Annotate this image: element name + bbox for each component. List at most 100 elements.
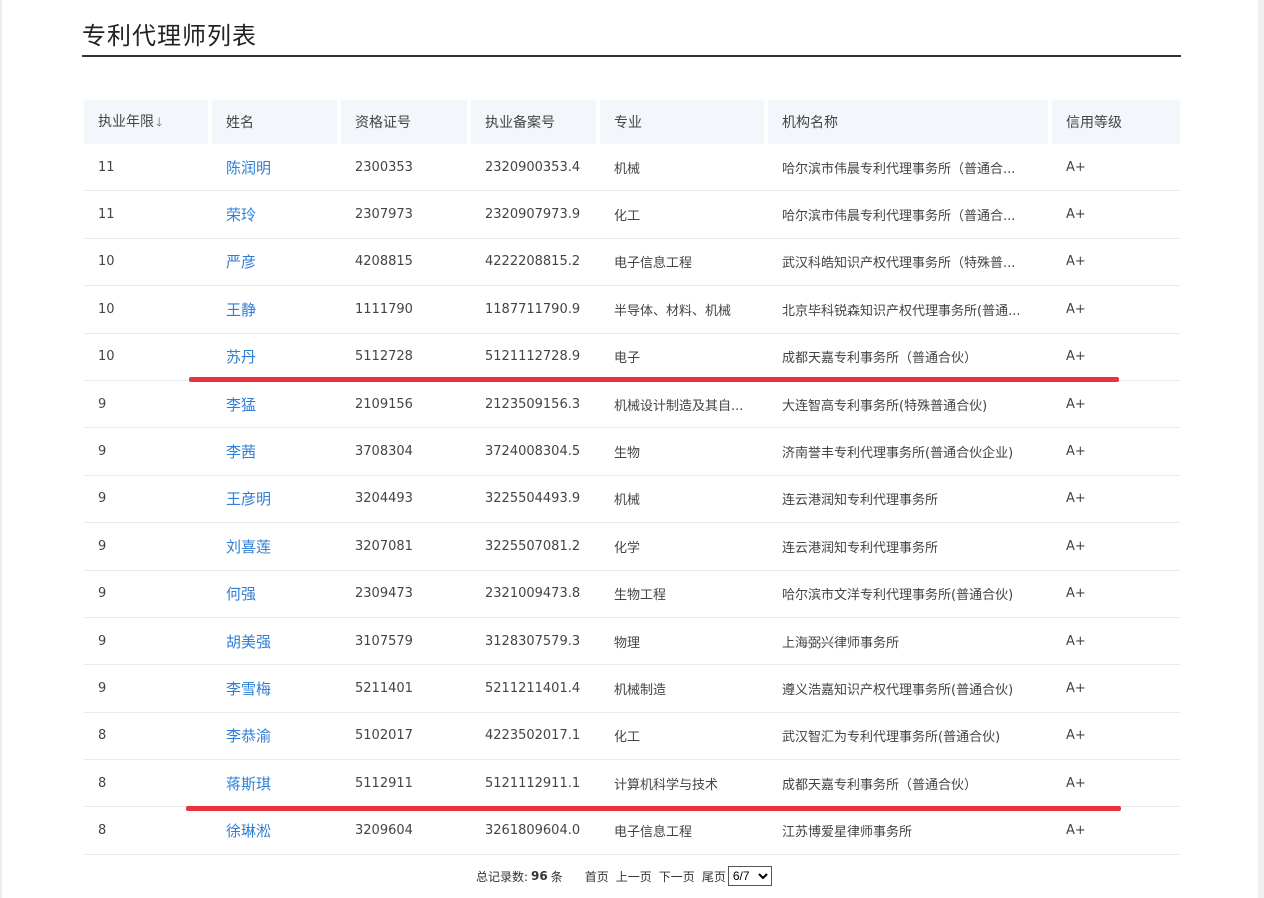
agent-name-link[interactable]: 苏丹 (226, 348, 256, 366)
table-row: 9 刘喜莲 3207081 3225507081.2 化学 连云港润知专利代理事务所 A+ (84, 523, 1180, 571)
column-header-record: 执业备案号 (471, 100, 600, 144)
agent-name-link[interactable]: 李雪梅 (226, 680, 271, 698)
cell-record: 2320900353.4 (471, 144, 600, 192)
cell-org: 江苏博爱星律师事务所 (768, 807, 1052, 855)
cell-years: 8 (84, 760, 212, 808)
cell-years: 9 (84, 571, 212, 618)
table-row: 9 王彦明 3204493 3225504493.9 机械 连云港润知专利代理事务所 A+ (84, 476, 1180, 524)
red-underline-annotation (189, 377, 1119, 382)
cell-credit: A+ (1052, 807, 1180, 855)
cell-major: 化工 (600, 713, 768, 761)
cell-years: 10 (84, 334, 212, 381)
column-header-years[interactable]: 执业年限 🡓 (84, 100, 212, 144)
cell-credit: A+ (1052, 760, 1180, 808)
cell-major: 物理 (600, 618, 768, 666)
table-row: 10 苏丹 5112728 5121112728.9 电子 成都天嘉专利事务所（普通合伙）… (84, 334, 1180, 381)
cell-record: 3225504493.9 (471, 476, 600, 524)
cell-years: 8 (84, 807, 212, 855)
cell-name: 刘喜莲 (212, 523, 341, 571)
cell-name: 李猛 (212, 381, 341, 429)
cell-record: 3128307579.3 (471, 618, 600, 666)
cell-years: 9 (84, 618, 212, 666)
agent-name-link[interactable]: 徐琳淞 (226, 822, 271, 840)
last-page-link[interactable]: 尾页 (702, 868, 726, 885)
cell-cert: 5112728 (341, 334, 471, 381)
agent-name-link[interactable]: 李猛 (226, 396, 256, 414)
agent-name-link[interactable]: 王彦明 (226, 490, 271, 508)
cell-name: 李雪梅 (212, 665, 341, 713)
table-row: 9 李猛 2109156 2123509156.3 机械设计制造及其自... 大连智高专利… (84, 381, 1180, 429)
cell-record: 4223502017.1 (471, 713, 600, 761)
cell-name: 何强 (212, 571, 341, 618)
page-header: 专利代理师列表 (82, 20, 1181, 57)
cell-org: 遵义浩嘉知识产权代理事务所(普通合伙) (768, 665, 1052, 713)
cell-credit: A+ (1052, 286, 1180, 334)
agent-name-link[interactable]: 王静 (226, 301, 256, 319)
cell-org: 北京毕科锐森知识产权代理事务所(普通... (768, 286, 1052, 334)
table-row: 8 蒋斯琪 5112911 5121112911.1 计算机科学与技术 成都天嘉专利事务所… (84, 760, 1180, 808)
agent-name-link[interactable]: 李茜 (226, 443, 256, 461)
agent-name-link[interactable]: 蒋斯琪 (226, 775, 271, 793)
cell-record: 2320907973.9 (471, 191, 600, 239)
pagination: 总记录数: 96 条 首页 上一页 下一页 尾页 6/7 (476, 866, 772, 886)
first-page-link[interactable]: 首页 (585, 868, 609, 885)
total-unit: 条 (550, 869, 563, 884)
cell-years: 9 (84, 523, 212, 571)
cell-years: 9 (84, 428, 212, 476)
cell-years: 9 (84, 381, 212, 429)
red-underline-annotation (186, 806, 1121, 811)
agent-name-link[interactable]: 陈润明 (226, 159, 271, 177)
cell-name: 严彦 (212, 239, 341, 287)
cell-cert: 3204493 (341, 476, 471, 524)
table-header: 执业年限 🡓 姓名 资格证号 执业备案号 专业 机构名称 信用等级 (84, 100, 1180, 144)
cell-name: 胡美强 (212, 618, 341, 666)
cell-years: 10 (84, 239, 212, 287)
cell-credit: A+ (1052, 381, 1180, 429)
cell-years: 9 (84, 665, 212, 713)
prev-page-link[interactable]: 上一页 (616, 868, 652, 885)
arrow-down-icon[interactable]: 🡓 (156, 115, 162, 129)
cell-major: 机械 (600, 476, 768, 524)
agent-name-link[interactable]: 胡美强 (226, 633, 271, 651)
cell-org: 连云港润知专利代理事务所 (768, 523, 1052, 571)
cell-record: 5121112911.1 (471, 760, 600, 808)
cell-major: 机械设计制造及其自... (600, 381, 768, 429)
cell-cert: 3207081 (341, 523, 471, 571)
cell-credit: A+ (1052, 239, 1180, 287)
cell-major: 机械制造 (600, 665, 768, 713)
cell-org: 哈尔滨市文洋专利代理事务所(普通合伙) (768, 571, 1052, 618)
cell-org: 济南誉丰专利代理事务所(普通合伙企业) (768, 428, 1052, 476)
cell-name: 荣玲 (212, 191, 341, 239)
agent-name-link[interactable]: 荣玲 (226, 206, 256, 224)
cell-org: 连云港润知专利代理事务所 (768, 476, 1052, 524)
table-row: 8 李恭渝 5102017 4223502017.1 化工 武汉智汇为专利代理事务所(普通… (84, 713, 1180, 761)
table-row: 9 李茜 3708304 3724008304.5 生物 济南誉丰专利代理事务所(普通合伙… (84, 428, 1180, 476)
cell-major: 半导体、材料、机械 (600, 286, 768, 334)
agent-name-link[interactable]: 刘喜莲 (226, 538, 271, 556)
cell-major: 电子信息工程 (600, 239, 768, 287)
cell-major: 生物工程 (600, 571, 768, 618)
cell-credit: A+ (1052, 144, 1180, 192)
next-page-link[interactable]: 下一页 (659, 868, 695, 885)
cell-credit: A+ (1052, 428, 1180, 476)
cell-name: 王彦明 (212, 476, 341, 524)
table-body: 11 陈润明 2300353 2320900353.4 机械 哈尔滨市伟晨专利代理事务所（… (84, 144, 1180, 855)
total-count: 96 (531, 869, 548, 883)
cell-major: 电子 (600, 334, 768, 381)
agent-name-link[interactable]: 严彦 (226, 253, 256, 271)
cell-name: 蒋斯琪 (212, 760, 341, 808)
table-row: 11 陈润明 2300353 2320900353.4 机械 哈尔滨市伟晨专利代理事务所（… (84, 144, 1180, 192)
cell-record: 1187711790.9 (471, 286, 600, 334)
page-select[interactable]: 6/7 (727, 866, 772, 886)
column-header-name: 姓名 (212, 100, 341, 144)
cell-name: 陈润明 (212, 144, 341, 192)
cell-org: 武汉智汇为专利代理事务所(普通合伙) (768, 713, 1052, 761)
cell-major: 计算机科学与技术 (600, 760, 768, 808)
agent-name-link[interactable]: 何强 (226, 585, 256, 603)
cell-cert: 2307973 (341, 191, 471, 239)
scrollbar-track[interactable] (1258, 0, 1264, 898)
table-row: 9 何强 2309473 2321009473.8 生物工程 哈尔滨市文洋专利代理事务所(… (84, 571, 1180, 618)
cell-major: 生物 (600, 428, 768, 476)
cell-years: 11 (84, 144, 212, 192)
agent-name-link[interactable]: 李恭渝 (226, 727, 271, 745)
